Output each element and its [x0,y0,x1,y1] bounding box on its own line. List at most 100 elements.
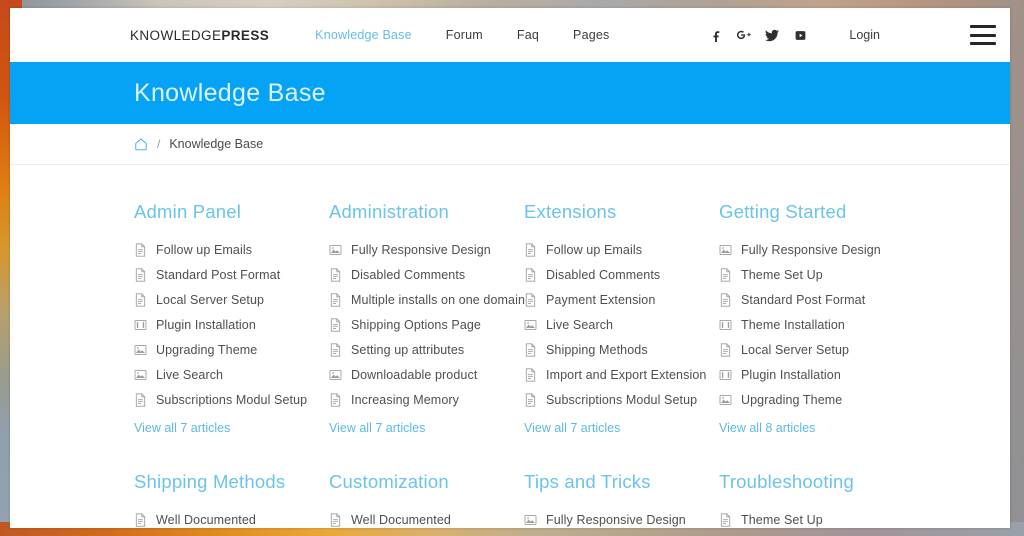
facebook-icon[interactable] [709,28,723,43]
category-column: Getting Started Fully Responsive Design Th… [719,201,914,437]
nav-item-faq[interactable]: Faq [517,28,539,42]
article-list-item[interactable]: Downloadable product [329,362,524,387]
article-list-item[interactable]: Fully Responsive Design [719,237,914,262]
category-title: Administration [329,201,450,222]
article-title: Standard Post Format [741,292,866,307]
logo-text-bold: PRESS [221,27,270,43]
image-icon [524,319,537,330]
article-title: Fully Responsive Design [351,242,491,257]
article-list-item[interactable]: Import and Export Extension [524,362,719,387]
article-list-item[interactable]: Follow up Emails [524,237,719,262]
article-list-item[interactable]: Plugin Installation [134,312,329,337]
image-icon [524,514,537,525]
view-all-articles-link[interactable]: View all 7 articles [329,421,425,435]
nav-item-pages[interactable]: Pages [573,28,609,42]
category-column: Tips and Tricks Fully Responsive Design [524,437,719,528]
top-navigation-bar: KNOWLEDGEPRESS Knowledge Base Forum Faq … [10,8,1010,62]
article-title: Well Documented [156,512,256,527]
article-title: Plugin Installation [741,367,841,382]
article-list-item[interactable]: Standard Post Format [719,287,914,312]
category-title: Customization [329,471,449,492]
youtube-icon[interactable] [793,28,807,43]
document-icon [525,342,536,357]
article-title: Upgrading Theme [741,392,843,407]
article-list-item[interactable]: Local Server Setup [719,337,914,362]
article-list: Follow up Emails Standard Post Format Loca… [134,237,329,412]
image-icon [134,369,147,380]
site-logo[interactable]: KNOWLEDGEPRESS [130,28,269,43]
article-list-item[interactable]: Live Search [134,362,329,387]
article-list-item[interactable]: Shipping Methods [524,337,719,362]
article-list-item[interactable]: Follow up Emails [134,237,329,262]
image-icon [719,244,732,255]
category-title: Extensions [524,201,617,222]
article-list-item[interactable]: Local Server Setup [134,287,329,312]
plugin-icon [719,369,732,380]
category-column: Admin Panel Follow up Emails Standard Post… [134,201,329,437]
breadcrumb-separator: / [157,137,161,151]
article-list-item[interactable]: Payment Extension [524,287,719,312]
view-all-articles-link[interactable]: View all 7 articles [524,421,620,435]
article-title: Disabled Comments [351,267,466,282]
article-title: Fully Responsive Design [546,512,686,527]
document-icon [330,267,341,282]
breadcrumb: / Knowledge Base [10,124,1010,165]
article-title: Follow up Emails [156,242,253,257]
article-title: Downloadable product [351,367,478,382]
article-list-item[interactable]: Disabled Comments [329,262,524,287]
article-list-item[interactable]: Theme Installation [719,312,914,337]
page-hero-banner: Knowledge Base [10,62,1010,124]
article-title: Payment Extension [546,292,656,307]
category-grid: Admin Panel Follow up Emails Standard Post… [134,201,1010,528]
article-list: Fully Responsive Design Disabled Comments… [329,237,526,412]
document-icon [720,292,731,307]
article-list-item[interactable]: Plugin Installation [719,362,914,387]
article-title: Increasing Memory [351,392,459,407]
article-list-item[interactable]: Theme Set Up [719,262,914,287]
view-all-articles-link[interactable]: View all 7 articles [134,421,230,435]
category-column: Extensions Follow up Emails Disabled Comme… [524,201,719,437]
document-icon [135,242,146,257]
category-title: Tips and Tricks [524,471,651,492]
article-list-item[interactable]: Subscriptions Modul Setup [524,387,719,412]
article-list-item[interactable]: Live Search [524,312,719,337]
article-list-item[interactable]: Fully Responsive Design [524,507,719,528]
knowledge-base-content: Admin Panel Follow up Emails Standard Post… [10,165,1010,528]
article-list-item[interactable]: Increasing Memory [329,387,524,412]
article-title: Subscriptions Modul Setup [156,392,308,407]
document-icon [525,392,536,407]
article-list: Fully Responsive Design [524,507,719,528]
article-list-item[interactable]: Theme Set Up [719,507,914,528]
article-list-item[interactable]: Well Documented [329,507,524,528]
article-list-item[interactable]: Upgrading Theme [134,337,329,362]
nav-item-forum[interactable]: Forum [446,28,483,42]
article-list-item[interactable]: Fully Responsive Design [329,237,524,262]
article-list-item[interactable]: Disabled Comments [524,262,719,287]
article-title: Theme Set Up [741,267,823,282]
category-title: Shipping Methods [134,471,286,492]
view-all-articles-link[interactable]: View all 8 articles [719,421,815,435]
article-title: Well Documented [351,512,451,527]
home-icon[interactable] [134,137,148,151]
article-list-item[interactable]: Subscriptions Modul Setup [134,387,329,412]
article-list-item[interactable]: Multiple installs on one domain [329,287,526,312]
article-title: Multiple installs on one domain [351,292,526,307]
article-list-item[interactable]: Shipping Options Page [329,312,524,337]
article-list: Fully Responsive Design Theme Set Up Stand… [719,237,914,412]
article-title: Import and Export Extension [546,367,707,382]
document-icon [330,512,341,527]
article-list-item[interactable]: Well Documented [134,507,329,528]
google-plus-icon[interactable] [737,28,752,43]
twitter-icon[interactable] [765,28,780,43]
article-list-item[interactable]: Upgrading Theme [719,387,914,412]
plugin-icon [719,319,732,330]
category-title: Getting Started [719,201,847,222]
article-list-item[interactable]: Standard Post Format [134,262,329,287]
article-list-item[interactable]: Setting up attributes [329,337,524,362]
login-link[interactable]: Login [849,28,880,42]
image-icon [134,344,147,355]
hamburger-menu-icon[interactable] [970,25,996,45]
nav-item-knowledge-base[interactable]: Knowledge Base [315,28,412,42]
document-icon [525,242,536,257]
article-list: Follow up Emails Disabled Comments Payment… [524,237,719,412]
